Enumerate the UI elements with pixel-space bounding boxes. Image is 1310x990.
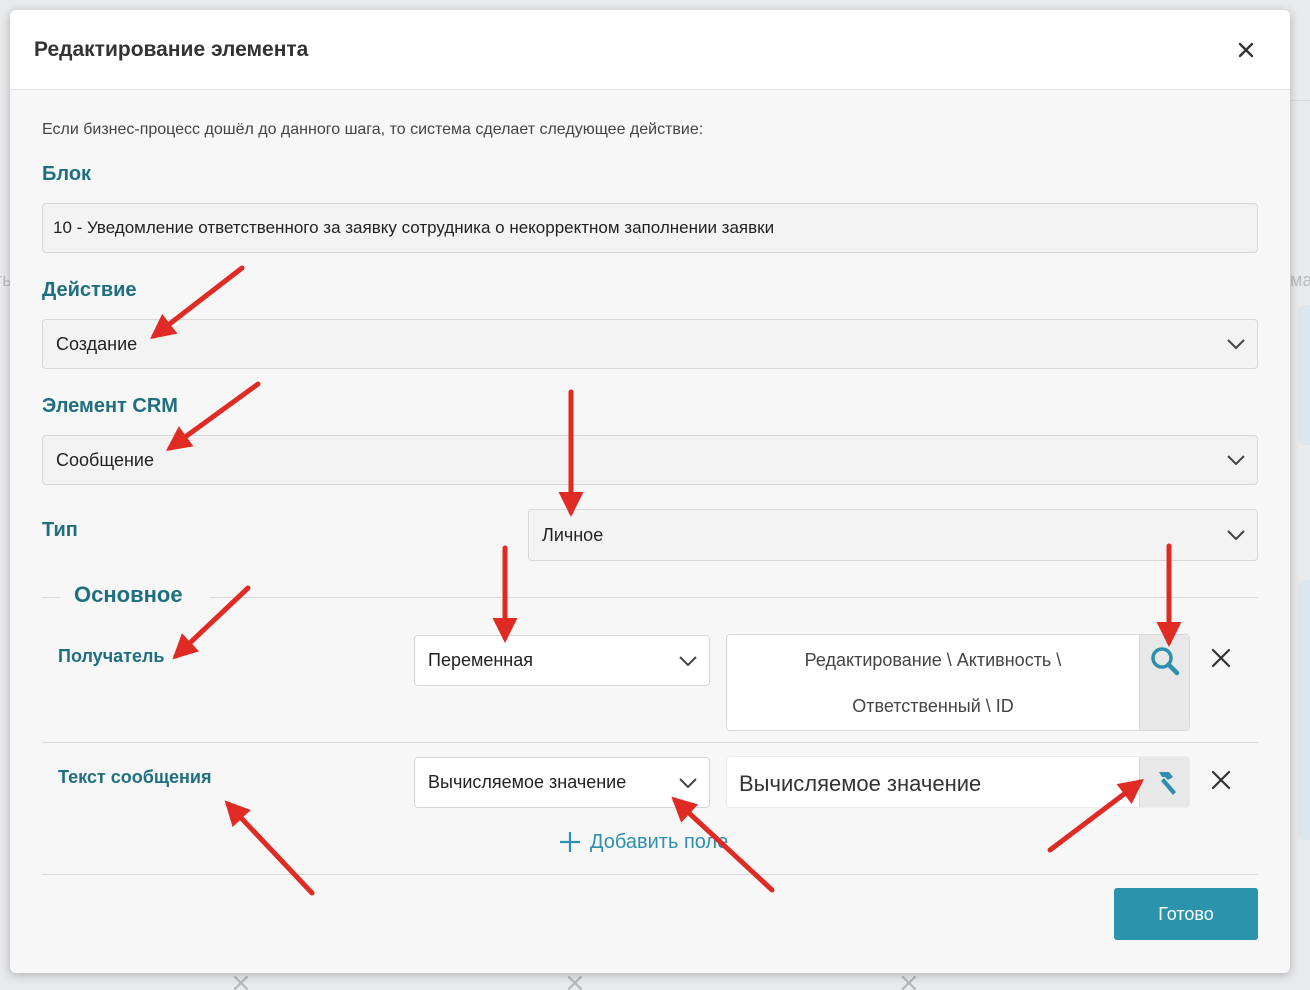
- plus-icon: [560, 832, 580, 852]
- crm-element-select[interactable]: Сообщение: [42, 435, 1258, 485]
- chevron-down-icon: [1227, 339, 1245, 349]
- footer-divider: [42, 874, 1258, 875]
- message-text-label: Текст сообщения: [58, 767, 212, 787]
- remove-message-button[interactable]: [1209, 768, 1233, 792]
- close-icon: [1211, 648, 1231, 668]
- message-source-select[interactable]: Вычисляемое значение: [414, 757, 710, 808]
- action-label: Действие: [42, 279, 137, 301]
- section-divider-left: [42, 597, 60, 598]
- recipient-value-line2: Ответственный \ ID: [852, 696, 1014, 716]
- background-close-icon: ×: [564, 968, 586, 990]
- block-label: Блок: [42, 163, 92, 185]
- dialog-intro-text: Если бизнес-процесс дошёл до данного шаг…: [42, 121, 704, 138]
- block-field[interactable]: 10 - Уведомление ответственного за заявк…: [42, 203, 1258, 253]
- add-field-label: Добавить поле: [590, 830, 729, 853]
- crm-element-label: Элемент CRM: [42, 395, 178, 417]
- message-edit-button[interactable]: [1139, 757, 1189, 807]
- chevron-down-icon: [679, 655, 697, 666]
- add-field-button[interactable]: Добавить поле: [558, 830, 728, 854]
- type-value: Личное: [542, 524, 604, 545]
- close-dialog-button[interactable]: [1234, 38, 1258, 62]
- chevron-down-icon: [1227, 530, 1245, 540]
- recipient-label: Получатель: [58, 646, 165, 666]
- message-value: Вычисляемое значение: [739, 771, 982, 796]
- dialog-header: Редактирование элемента: [10, 10, 1290, 90]
- background-divider: [1290, 100, 1310, 101]
- recipient-value-line1: Редактирование \ Активность \: [804, 650, 1062, 670]
- chevron-down-icon: [1227, 455, 1245, 465]
- type-select[interactable]: Личное: [528, 509, 1258, 561]
- dialog-title: Редактирование элемента: [34, 38, 309, 61]
- recipient-source-select[interactable]: Переменная: [414, 635, 710, 686]
- recipient-search-button[interactable]: [1139, 635, 1189, 730]
- background-panel: [1298, 580, 1310, 840]
- recipient-value-field[interactable]: Редактирование \ Активность \ Ответствен…: [726, 634, 1190, 731]
- remove-recipient-button[interactable]: [1209, 646, 1233, 670]
- background-close-icon: ×: [230, 968, 252, 990]
- done-button[interactable]: Готово: [1114, 888, 1258, 940]
- search-icon: [1150, 647, 1179, 676]
- block-value: 10 - Уведомление ответственного за заявк…: [53, 218, 775, 237]
- close-icon: [1211, 770, 1231, 790]
- type-label: Тип: [42, 519, 78, 541]
- crm-element-value: Сообщение: [56, 449, 154, 470]
- hammer-icon: [1158, 772, 1176, 795]
- edit-element-dialog: Редактирование элемента Если бизнес-проц…: [10, 10, 1290, 973]
- message-source-value: Вычисляемое значение: [428, 772, 627, 792]
- message-value-field[interactable]: Вычисляемое значение: [726, 756, 1190, 808]
- section-divider-right: [210, 597, 1258, 598]
- background-text-right: ма: [1290, 270, 1310, 290]
- action-select[interactable]: Создание: [42, 319, 1258, 369]
- background-panel: [1298, 305, 1310, 445]
- row-divider: [42, 742, 1258, 743]
- background-close-icon: ×: [898, 968, 920, 990]
- chevron-down-icon: [679, 777, 697, 788]
- action-value: Создание: [56, 333, 138, 354]
- section-title: Основное: [74, 582, 183, 607]
- recipient-source-value: Переменная: [428, 650, 533, 670]
- close-icon: [1238, 42, 1254, 58]
